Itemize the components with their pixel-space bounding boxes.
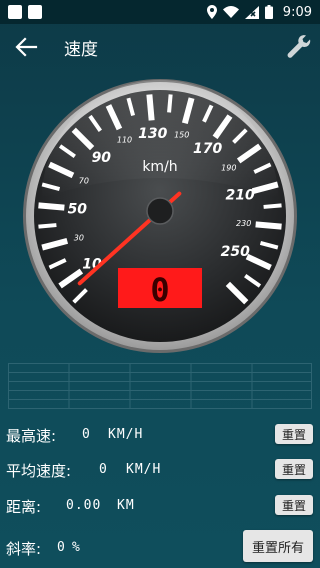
reset-distance-button[interactable]: 重置 bbox=[275, 495, 313, 515]
distance-value: 0.00 bbox=[66, 498, 102, 513]
gauge-tick bbox=[146, 94, 155, 121]
gauge-tick-label: 130 bbox=[138, 126, 167, 142]
gauge-tick-label: 30 bbox=[74, 234, 84, 243]
gauge-tick bbox=[167, 94, 173, 113]
slope-row: 斜率: 0 % 重置所有 bbox=[0, 530, 320, 562]
status-right: 9:09 bbox=[206, 4, 312, 20]
slope-value: 0 bbox=[57, 540, 66, 555]
gauge-tick-label: 210 bbox=[226, 187, 255, 203]
distance-unit: KM bbox=[117, 498, 135, 513]
max-speed-row: 最高速: 0 KM/H 重置 bbox=[0, 422, 320, 448]
slope-label: 斜率: bbox=[6, 540, 42, 558]
battery-icon bbox=[264, 5, 273, 19]
status-left bbox=[8, 5, 42, 19]
status-bar: 9:09 bbox=[0, 0, 320, 24]
slope-unit: % bbox=[72, 540, 81, 555]
gauge-tick-label: 190 bbox=[221, 164, 236, 173]
speedometer-dial: 1050901301702102503070110150190230 km/h … bbox=[23, 79, 297, 353]
gauge-tick-label: 110 bbox=[117, 136, 132, 145]
gauge-tick-label: 50 bbox=[68, 202, 88, 218]
gauge-tick-label: 250 bbox=[221, 244, 250, 260]
distance-label: 距离: bbox=[6, 498, 42, 516]
gauge-tick bbox=[255, 221, 282, 230]
digital-speed-value: 0 bbox=[150, 271, 169, 309]
distance-row: 距离: 0.00 KM 重置 bbox=[0, 493, 320, 519]
gauge-tick bbox=[263, 203, 282, 209]
gauge-tick-label: 150 bbox=[174, 131, 189, 140]
avg-speed-unit: KM/H bbox=[126, 462, 162, 477]
gauge-tick bbox=[38, 202, 65, 211]
speedometer-gauge: 10 50 90 130 170 210 250 30 70 110 150 190 230 km/h … bbox=[22, 78, 298, 354]
max-speed-value: 0 bbox=[82, 427, 91, 442]
gauge-tick-label: 170 bbox=[193, 141, 222, 157]
max-speed-unit: KM/H bbox=[108, 427, 144, 442]
app-bar: 速度 bbox=[0, 24, 320, 70]
gauge-unit-label: km/h bbox=[142, 159, 177, 175]
speed-graph-grid bbox=[8, 363, 312, 409]
status-time: 9:09 bbox=[282, 4, 312, 20]
gauge-hub bbox=[146, 197, 174, 225]
notification-icon bbox=[8, 5, 22, 19]
avg-speed-row: 平均速度: 0 KM/H 重置 bbox=[0, 457, 320, 483]
reset-avg-speed-button[interactable]: 重置 bbox=[275, 459, 313, 479]
wifi-icon bbox=[222, 6, 239, 18]
gauge-tick-label: 90 bbox=[92, 150, 112, 166]
avg-speed-label: 平均速度: bbox=[6, 462, 72, 480]
location-icon bbox=[206, 5, 217, 19]
gauge-tick-label: 230 bbox=[236, 219, 251, 228]
notification-icon bbox=[28, 5, 42, 19]
avg-speed-value: 0 bbox=[99, 462, 108, 477]
reset-max-speed-button[interactable]: 重置 bbox=[275, 424, 313, 444]
wrench-icon[interactable] bbox=[286, 34, 312, 60]
page-title: 速度 bbox=[64, 40, 98, 60]
signal-off-icon bbox=[244, 5, 259, 19]
reset-all-button[interactable]: 重置所有 bbox=[243, 530, 313, 562]
gauge-tick-label: 70 bbox=[79, 176, 89, 185]
max-speed-label: 最高速: bbox=[6, 427, 57, 445]
gauge-tick bbox=[38, 223, 57, 229]
back-arrow-icon[interactable] bbox=[14, 36, 38, 58]
